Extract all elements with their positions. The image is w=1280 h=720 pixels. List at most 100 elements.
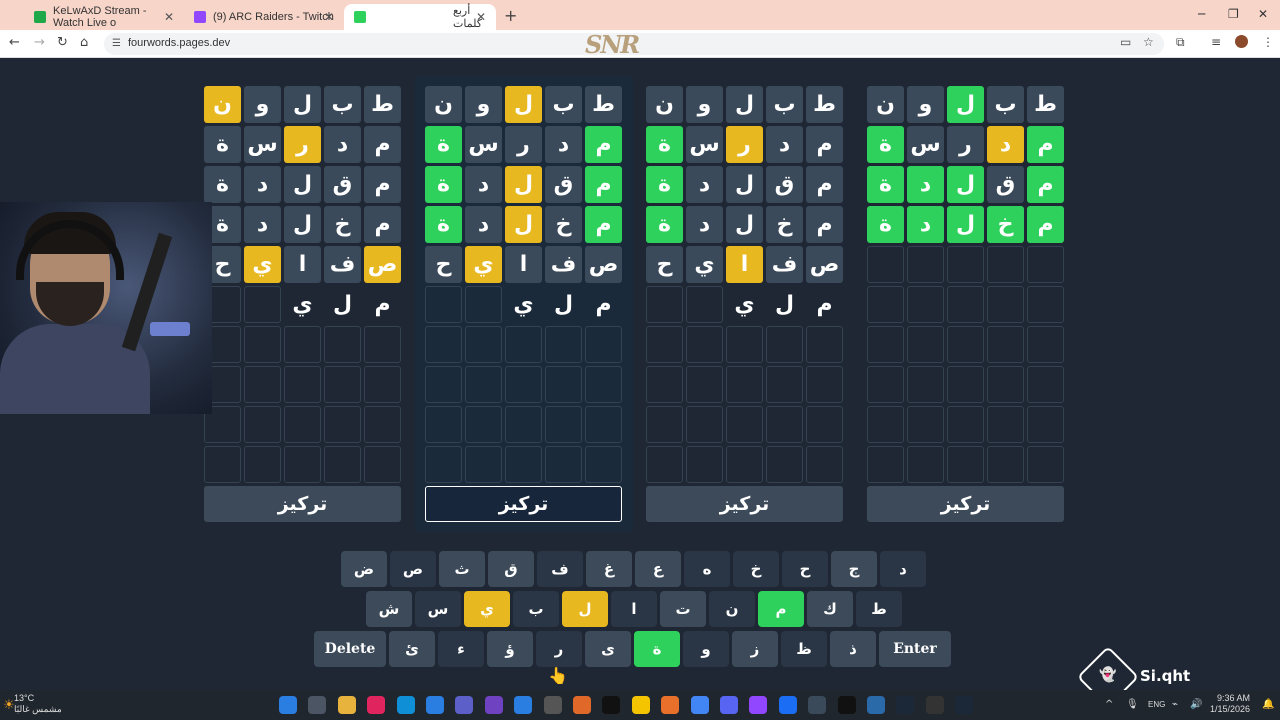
clock[interactable]: 9:36 AM 1/15/2026	[1210, 693, 1250, 715]
new-tab-button[interactable]: +	[504, 6, 517, 25]
empty-tile	[545, 366, 582, 403]
copilot-icon[interactable]	[484, 696, 503, 714]
focus-button[interactable]: تركيز	[204, 486, 401, 522]
empty-tile	[947, 406, 984, 443]
file-explorer-icon[interactable]	[337, 696, 356, 714]
close-button[interactable]: ✕	[1258, 7, 1268, 21]
restore-button[interactable]: ❐	[1228, 7, 1239, 21]
keyboard-key[interactable]: غ	[586, 551, 632, 587]
menu-icon[interactable]: ⋮	[1262, 35, 1274, 49]
discord-icon[interactable]	[720, 696, 738, 714]
tab-close-icon[interactable]: ✕	[476, 10, 486, 24]
delete-key[interactable]: Delete	[314, 631, 386, 667]
back-icon[interactable]: ←	[9, 35, 20, 50]
keyboard-key[interactable]: ظ	[781, 631, 827, 667]
keyboard-key[interactable]: م	[758, 591, 804, 627]
network-icon[interactable]: ⌁	[1172, 699, 1178, 710]
minimize-button[interactable]: ─	[1198, 7, 1205, 21]
teams-icon[interactable]	[455, 696, 474, 714]
keyboard-key[interactable]: ج	[831, 551, 877, 587]
keyboard-key[interactable]: ف	[537, 551, 583, 587]
keyboard-key[interactable]: ى	[585, 631, 631, 667]
firefox-icon[interactable]	[661, 696, 680, 714]
bookmark-star-icon[interactable]: ☆	[1143, 35, 1154, 49]
twitch-icon[interactable]	[749, 696, 768, 714]
keyboard-key[interactable]: ئ	[389, 631, 435, 667]
focus-button[interactable]: تركيز	[425, 486, 622, 522]
tab-close-icon[interactable]: ✕	[164, 10, 174, 24]
bluestacks-icon[interactable]	[778, 696, 797, 714]
keyboard-key[interactable]: ط	[856, 591, 902, 627]
browser-tab-3[interactable]: أربع كلمات ✕	[344, 4, 496, 30]
terminal-icon[interactable]	[925, 696, 944, 714]
keyboard-key[interactable]: ه	[684, 551, 730, 587]
forward-icon[interactable]: →	[34, 35, 45, 50]
tab-close-icon[interactable]: ✕	[324, 10, 334, 24]
keyboard-key[interactable]: ز	[732, 631, 778, 667]
steam2-icon[interactable]	[955, 696, 974, 714]
start-icon[interactable]	[279, 696, 297, 714]
epic-icon[interactable]	[602, 696, 621, 714]
keyboard-key[interactable]: ق	[488, 551, 534, 587]
keyboard-key[interactable]: ة	[634, 631, 680, 667]
install-app-icon[interactable]: ▭	[1120, 35, 1131, 49]
reload-icon[interactable]: ↻	[57, 35, 68, 50]
keyboard-key[interactable]: د	[880, 551, 926, 587]
keyboard-key[interactable]: ؤ	[487, 631, 533, 667]
keyboard-key[interactable]: ص	[390, 551, 436, 587]
keyboard-key[interactable]: س	[415, 591, 461, 627]
keyboard-key[interactable]: ك	[807, 591, 853, 627]
extensions-icon[interactable]: ⧉	[1176, 35, 1185, 50]
chrome-icon[interactable]	[690, 696, 709, 714]
task-view-icon[interactable]	[308, 696, 327, 714]
keyboard-key[interactable]: خ	[733, 551, 779, 587]
keyboard-key[interactable]: ذ	[830, 631, 876, 667]
store-icon[interactable]	[514, 696, 533, 714]
keyboard-key[interactable]: ع	[635, 551, 681, 587]
focus-button[interactable]: تركيز	[646, 486, 843, 522]
keyboard-key[interactable]: ر	[536, 631, 582, 667]
keyboard-key[interactable]: ن	[709, 591, 755, 627]
focus-button[interactable]: تركيز	[867, 486, 1064, 522]
volume-icon[interactable]: 🔊	[1190, 699, 1202, 710]
letter-tile: ط	[1027, 86, 1064, 123]
edge-icon[interactable]	[396, 696, 415, 714]
keyboard-key[interactable]: ت	[660, 591, 706, 627]
keyboard-key[interactable]: ب	[513, 591, 559, 627]
letter-tile: ص	[806, 246, 843, 283]
keyboard-key[interactable]: ش	[366, 591, 412, 627]
browser-tab-2[interactable]: (9) ARC Raiders - Twitch ✕	[184, 4, 344, 30]
app2-icon[interactable]	[808, 696, 827, 714]
tray-mic-icon[interactable]: 🎙	[1126, 699, 1139, 710]
notification-icon[interactable]: 🔔	[1262, 699, 1274, 710]
keyboard-key[interactable]: ل	[562, 591, 608, 627]
app-icon[interactable]	[367, 696, 386, 714]
keyboard-key[interactable]: ض	[341, 551, 387, 587]
keyboard-key[interactable]: ح	[782, 551, 828, 587]
clock-time: 9:36 AM	[1216, 693, 1250, 703]
keyboard-key[interactable]: ي	[464, 591, 510, 627]
vlc-icon[interactable]	[573, 696, 591, 714]
home-icon[interactable]: ⌂	[80, 35, 88, 50]
letter-tile: م	[585, 206, 622, 243]
keyboard-key[interactable]: ث	[439, 551, 485, 587]
weather-widget[interactable]: 13°C مشمس غالبًا	[14, 693, 62, 715]
play-icon[interactable]	[426, 696, 444, 714]
site-info-icon[interactable]: ☰	[112, 38, 121, 49]
profile-avatar[interactable]	[1235, 35, 1248, 48]
enter-key[interactable]: Enter	[879, 631, 951, 667]
app3-icon[interactable]	[837, 696, 856, 714]
browser-tab-1[interactable]: KeLwAxD Stream - Watch Live o ✕	[24, 4, 184, 30]
empty-tile	[907, 286, 944, 323]
sticky-icon[interactable]	[631, 696, 650, 714]
tray-overflow-icon[interactable]: ^	[1105, 699, 1113, 710]
empty-tile	[907, 446, 944, 483]
steam-icon[interactable]	[896, 696, 915, 714]
reading-list-icon[interactable]: ≡	[1211, 35, 1221, 49]
keyboard-key[interactable]: و	[683, 631, 729, 667]
keyboard-key[interactable]: ء	[438, 631, 484, 667]
language-indicator[interactable]: ENG	[1148, 700, 1165, 709]
keyboard-key[interactable]: ا	[611, 591, 657, 627]
app4-icon[interactable]	[867, 696, 885, 714]
obs-icon[interactable]	[543, 696, 562, 714]
